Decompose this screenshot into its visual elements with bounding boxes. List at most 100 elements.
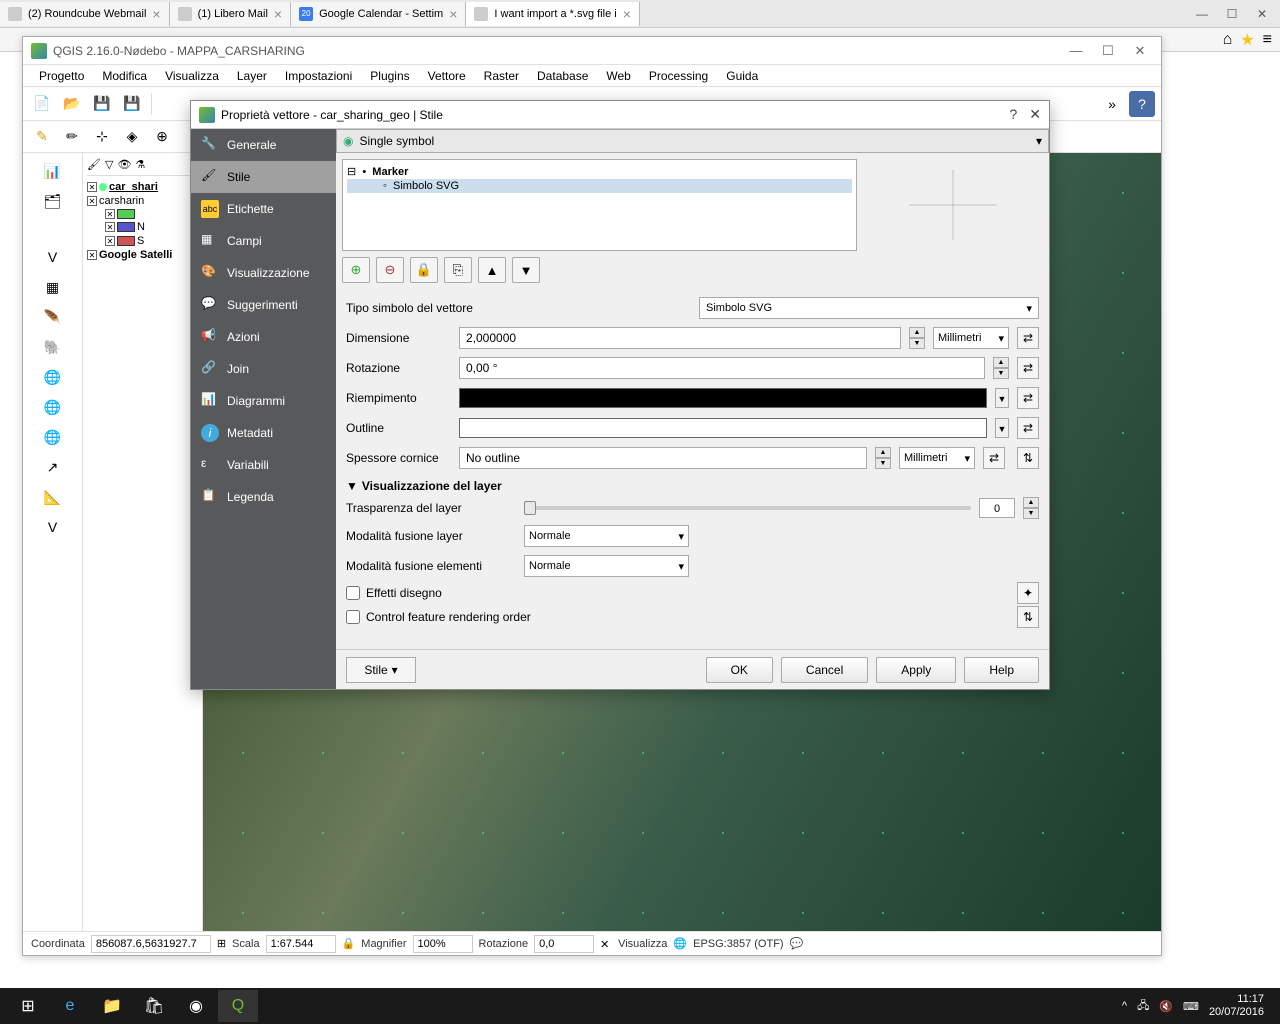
blend-feature-combo[interactable]: Normale▾ — [524, 555, 689, 577]
spinner[interactable]: ▲▼ — [1023, 497, 1039, 519]
size-input[interactable] — [459, 327, 901, 349]
render-checkbox[interactable]: ✕ — [600, 938, 612, 950]
menu-item[interactable]: Impostazioni — [277, 67, 360, 85]
save-as-icon[interactable]: 💾 — [119, 91, 145, 117]
outline-color-button[interactable] — [459, 418, 987, 438]
menu-item[interactable]: Guida — [718, 67, 766, 85]
virtual-layer-icon[interactable]: V — [41, 515, 65, 539]
spinner[interactable]: ▲▼ — [875, 447, 891, 469]
style-menu-button[interactable]: Stile▾ — [346, 657, 416, 683]
help-icon[interactable]: ? — [1129, 91, 1155, 117]
pencil-icon[interactable]: ✎ — [29, 124, 55, 150]
close-button[interactable]: ✕ — [1029, 106, 1041, 123]
symbol-tree[interactable]: ⊟ • Marker ◦ Simbolo SVG — [342, 159, 857, 251]
store-icon[interactable]: 🛍 — [134, 990, 174, 1022]
save-icon[interactable]: 💾 — [89, 91, 115, 117]
size-unit-combo[interactable]: Millimetri▾ — [933, 327, 1009, 349]
checkbox[interactable]: ✕ — [105, 209, 115, 219]
chevron-icon[interactable]: » — [1099, 91, 1125, 117]
layer-name[interactable]: Google Satelli — [99, 249, 172, 261]
checkbox[interactable]: ✕ — [105, 222, 115, 232]
data-defined-button[interactable]: ⇄ — [1017, 387, 1039, 409]
add-layer-icon[interactable]: 📊 — [41, 159, 65, 183]
close-icon[interactable]: × — [449, 6, 457, 22]
edge-icon[interactable]: e — [50, 990, 90, 1022]
sidebar-item-campi[interactable]: ▦Campi — [191, 225, 336, 257]
layer-rendering-header[interactable]: ▼Visualizzazione del layer — [346, 473, 1039, 495]
minimize-button[interactable]: — — [1188, 4, 1216, 24]
menu-item[interactable]: Raster — [476, 67, 527, 85]
feather-icon[interactable]: 🪶 — [41, 305, 65, 329]
spinner[interactable]: ▲▼ — [909, 327, 925, 349]
rendering-order-checkbox[interactable] — [346, 610, 360, 624]
data-defined-button[interactable]: ⇄ — [983, 447, 1005, 469]
checkbox[interactable]: ✕ — [87, 250, 97, 260]
outline-width-input[interactable] — [459, 447, 867, 469]
explorer-icon[interactable]: 📁 — [92, 990, 132, 1022]
manage-layers-icon[interactable]: 🗂 — [41, 189, 65, 213]
menu-item[interactable]: Plugins — [362, 67, 417, 85]
duplicate-button[interactable]: ⎘ — [444, 257, 472, 283]
measure-icon[interactable]: 📐 — [41, 485, 65, 509]
checkbox[interactable]: ✕ — [105, 236, 115, 246]
funnel-icon[interactable]: ⚗ — [135, 158, 145, 171]
cancel-button[interactable]: Cancel — [781, 657, 868, 683]
order-settings-button[interactable]: ⇅ — [1017, 606, 1039, 628]
dialog-titlebar[interactable]: Proprietà vettore - car_sharing_geo | St… — [191, 101, 1049, 129]
raster-tool-icon[interactable]: ▦ — [41, 275, 65, 299]
minimize-button[interactable]: — — [1063, 43, 1089, 59]
symbol-type-combo[interactable]: Simbolo SVG▾ — [699, 297, 1039, 319]
volume-icon[interactable]: 🔇 — [1159, 1000, 1173, 1013]
rotation-input[interactable] — [459, 357, 985, 379]
draw-effects-checkbox[interactable] — [346, 586, 360, 600]
network-icon[interactable]: 🖧 — [1137, 997, 1149, 1016]
data-defined-button[interactable]: ⇄ — [1017, 357, 1039, 379]
tree-row[interactable]: ◦ Simbolo SVG — [347, 179, 852, 193]
menu-icon[interactable]: ≡ — [1263, 31, 1272, 49]
transparency-value[interactable]: 0 — [979, 498, 1015, 518]
help-button[interactable]: ? — [1009, 106, 1017, 123]
sort-button[interactable]: ⇅ — [1017, 447, 1039, 469]
globe-icon[interactable]: 🌐 — [41, 365, 65, 389]
menu-item[interactable]: Database — [529, 67, 596, 85]
qgis-titlebar[interactable]: QGIS 2.16.0-Nødebo - MAPPA_CARSHARING — … — [23, 37, 1161, 65]
filter-icon[interactable]: ▽ — [105, 158, 113, 171]
help-button[interactable]: Help — [964, 657, 1039, 683]
tray-chevron-icon[interactable]: ^ — [1122, 1000, 1127, 1012]
brush-icon[interactable]: 🖌 — [87, 158, 101, 171]
spinner[interactable]: ▲▼ — [993, 357, 1009, 379]
clock[interactable]: 11:17 20/07/2016 — [1209, 993, 1272, 1019]
tool-icon[interactable]: ⊕ — [149, 124, 175, 150]
blend-layer-combo[interactable]: Normale▾ — [524, 525, 689, 547]
transparency-slider[interactable] — [524, 506, 971, 510]
vector-tool-icon[interactable]: V — [41, 245, 65, 269]
db-icon[interactable]: 🐘 — [41, 335, 65, 359]
menu-item[interactable]: Progetto — [31, 67, 92, 85]
sidebar-item-diagrammi[interactable]: 📊Diagrammi — [191, 385, 336, 417]
outline-unit-combo[interactable]: Millimetri▾ — [899, 447, 975, 469]
browser-tab[interactable]: (2) Roundcube Webmail× — [0, 2, 170, 26]
menu-item[interactable]: Visualizza — [157, 67, 227, 85]
chevron-down-icon[interactable]: ▼ — [995, 388, 1009, 408]
lock-symbol-button[interactable]: 🔒 — [410, 257, 438, 283]
close-icon[interactable]: × — [623, 6, 631, 22]
home-icon[interactable]: ⌂ — [1223, 31, 1233, 49]
browser-tab[interactable]: (1) Libero Mail× — [170, 2, 292, 26]
sidebar-item-generale[interactable]: 🔧Generale — [191, 129, 336, 161]
layer-name[interactable]: car_shari — [109, 181, 158, 193]
extent-icon[interactable]: ⊞ — [217, 937, 226, 950]
layer-name[interactable]: carsharin — [99, 195, 144, 207]
open-folder-icon[interactable]: 📂 — [59, 91, 85, 117]
sidebar-item-stile[interactable]: 🖌Stile — [191, 161, 336, 193]
new-project-icon[interactable]: 📄 — [29, 91, 55, 117]
close-button[interactable]: ✕ — [1127, 43, 1153, 59]
menu-item[interactable]: Processing — [641, 67, 716, 85]
crs-label[interactable]: EPSG:3857 (OTF) — [693, 938, 783, 950]
edit-icon[interactable]: ✏ — [59, 124, 85, 150]
tree-row[interactable]: ⊟ • Marker — [347, 164, 852, 179]
globe-wfs-icon[interactable]: 🌐 — [41, 425, 65, 449]
language-icon[interactable]: ⌨ — [1183, 1000, 1199, 1013]
maximize-button[interactable]: ☐ — [1218, 4, 1246, 24]
menu-item[interactable]: Modifica — [94, 67, 155, 85]
checkbox[interactable]: ✕ — [87, 196, 97, 206]
